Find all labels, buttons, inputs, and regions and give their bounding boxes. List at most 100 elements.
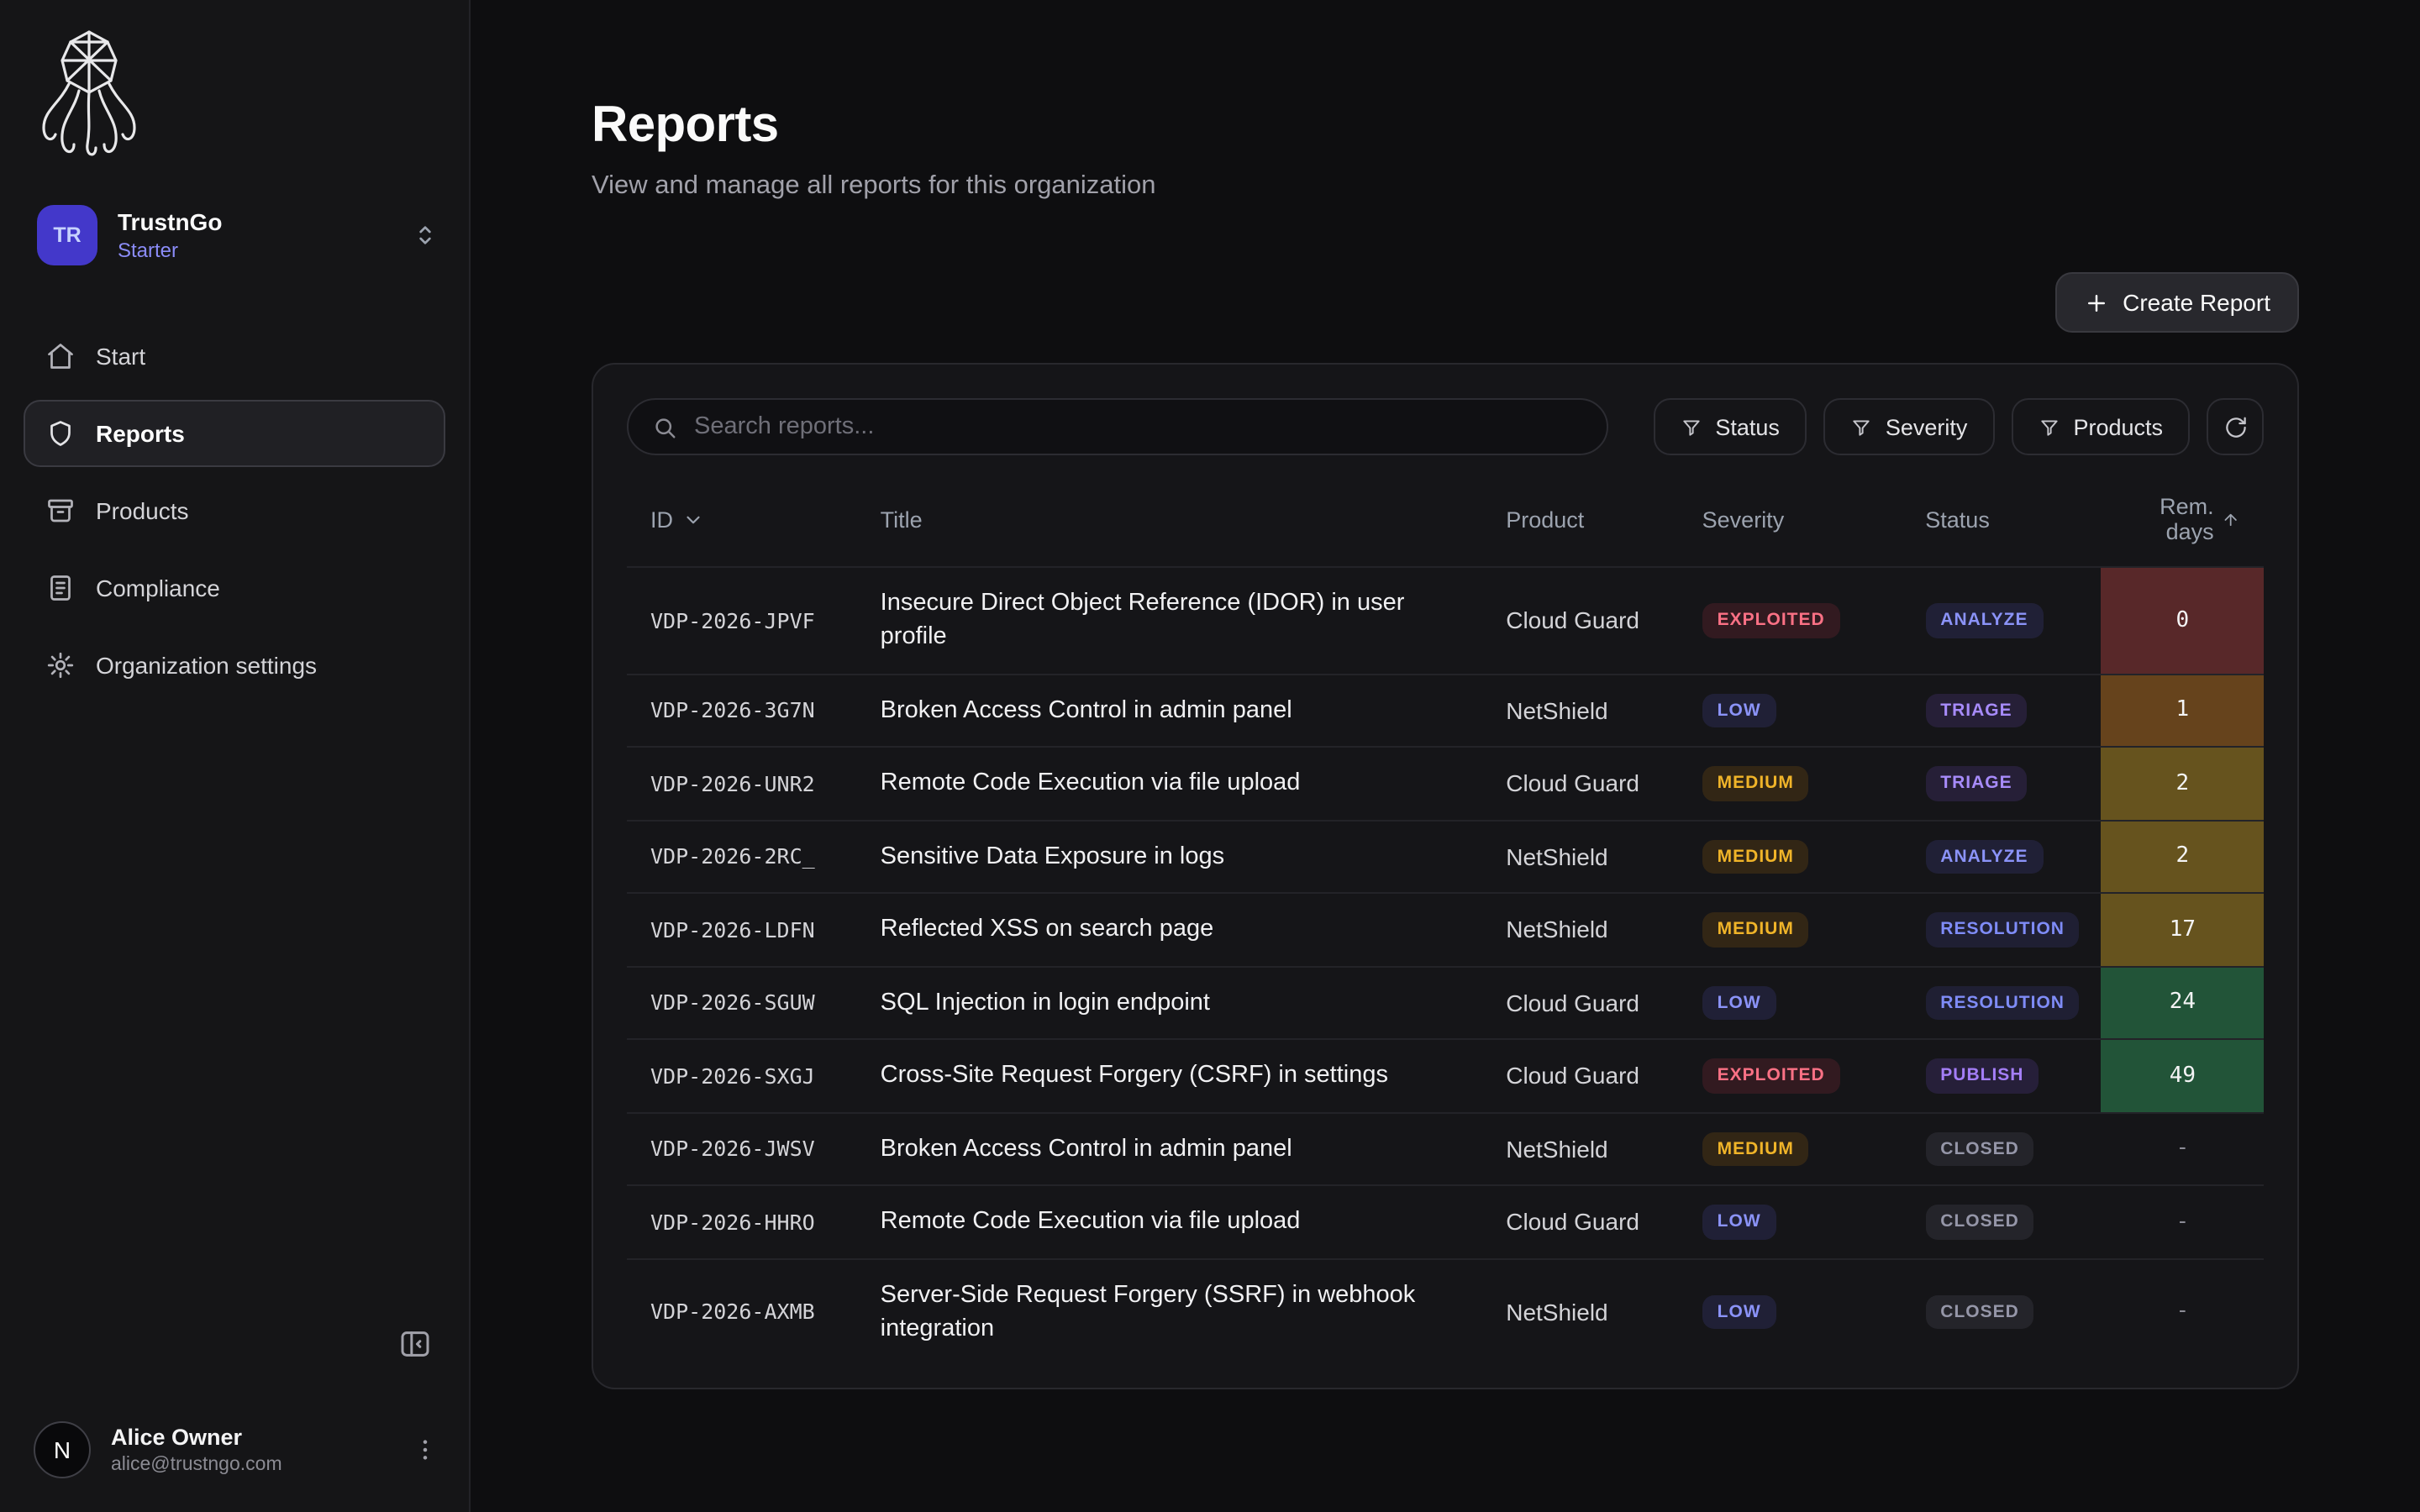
status-badge: RESOLUTION: [1925, 912, 2080, 947]
severity-badge: LOW: [1702, 693, 1776, 727]
report-id-cell: VDP-2026-JWSV: [627, 1112, 857, 1185]
sidebar-item-products[interactable]: Products: [24, 477, 445, 544]
search-field[interactable]: [627, 398, 1608, 455]
document-icon: [45, 573, 76, 603]
table-row[interactable]: VDP-2026-JWSVBroken Access Control in ad…: [627, 1112, 2264, 1185]
report-id-cell: VDP-2026-AXMB: [627, 1258, 857, 1364]
sidebar-item-start[interactable]: Start: [24, 323, 445, 390]
chevron-down-icon: [681, 508, 703, 530]
report-id-cell: VDP-2026-HHRO: [627, 1185, 857, 1258]
report-status-cell: TRIAGE: [1902, 674, 2101, 747]
report-title-cell: Sensitive Data Exposure in logs: [857, 820, 1483, 893]
status-badge: ANALYZE: [1925, 603, 2043, 638]
report-severity-cell: MEDIUM: [1679, 893, 1902, 966]
shield-icon: [45, 418, 76, 449]
home-icon: [45, 341, 76, 371]
report-severity-cell: EXPLOITED: [1679, 1039, 1902, 1112]
report-product-cell: NetShield: [1482, 893, 1678, 966]
sidebar-item-label: Start: [96, 343, 145, 370]
table-row[interactable]: VDP-2026-2RC_Sensitive Data Exposure in …: [627, 820, 2264, 893]
ellipsis-vertical-icon[interactable]: [412, 1436, 439, 1463]
status-badge: TRIAGE: [1925, 766, 2027, 801]
search-input[interactable]: [694, 413, 1583, 440]
report-id-cell: VDP-2026-SGUW: [627, 966, 857, 1039]
sidebar-nav: Start Reports Products Compliance Organi…: [24, 323, 445, 699]
column-header-product[interactable]: Product: [1482, 472, 1678, 567]
table-row[interactable]: VDP-2026-LDFNReflected XSS on search pag…: [627, 893, 2264, 966]
products-filter-button[interactable]: Products: [2011, 398, 2190, 455]
report-severity-cell: MEDIUM: [1679, 820, 1902, 893]
arrow-up-icon: [2223, 508, 2240, 530]
report-severity-cell: MEDIUM: [1679, 747, 1902, 820]
column-header-severity[interactable]: Severity: [1679, 472, 1902, 567]
column-header-title[interactable]: Title: [857, 472, 1483, 567]
table-row[interactable]: VDP-2026-SXGJCross-Site Request Forgery …: [627, 1039, 2264, 1112]
report-status-cell: ANALYZE: [1902, 567, 2101, 674]
refresh-icon: [2223, 414, 2248, 439]
plus-icon: [2084, 290, 2109, 315]
severity-badge: MEDIUM: [1702, 839, 1809, 874]
column-header-rem-days[interactable]: Rem. days: [2102, 472, 2264, 567]
sidebar-item-label: Organization settings: [96, 652, 317, 679]
severity-filter-button[interactable]: Severity: [1823, 398, 1995, 455]
sidebar-item-compliance[interactable]: Compliance: [24, 554, 445, 622]
user-email: alice@trustngo.com: [111, 1455, 282, 1475]
reports-toolbar: Status Severity Products: [627, 398, 2264, 455]
remaining-days-cell: -: [2102, 1258, 2264, 1364]
report-id-cell: VDP-2026-SXGJ: [627, 1039, 857, 1112]
severity-badge: MEDIUM: [1702, 912, 1809, 947]
refresh-button[interactable]: [2207, 398, 2264, 455]
remaining-days-cell: 0: [2102, 567, 2264, 674]
status-filter-button[interactable]: Status: [1653, 398, 1807, 455]
report-severity-cell: LOW: [1679, 1258, 1902, 1364]
severity-badge: LOW: [1702, 1205, 1776, 1239]
main-content: Reports View and manage all reports for …: [471, 0, 2420, 1512]
table-row[interactable]: VDP-2026-HHRORemote Code Execution via f…: [627, 1185, 2264, 1258]
report-product-cell: NetShield: [1482, 1258, 1678, 1364]
report-status-cell: CLOSED: [1902, 1185, 2101, 1258]
user-avatar: N: [34, 1421, 91, 1478]
workspace-switcher[interactable]: TR TrustnGo Starter: [30, 195, 445, 276]
create-report-label: Create Report: [2123, 289, 2270, 316]
remaining-days-cell: 1: [2102, 674, 2264, 747]
report-title-cell: Broken Access Control in admin panel: [857, 674, 1483, 747]
filter-group: Status Severity Products: [1653, 398, 2264, 455]
report-product-cell: NetShield: [1482, 820, 1678, 893]
gear-icon: [45, 650, 76, 680]
table-row[interactable]: VDP-2026-AXMBServer-Side Request Forgery…: [627, 1258, 2264, 1364]
status-badge: RESOLUTION: [1925, 985, 2080, 1020]
severity-badge: LOW: [1702, 1294, 1776, 1329]
filter-icon: [2038, 416, 2060, 438]
sidebar-item-organization-settings[interactable]: Organization settings: [24, 632, 445, 699]
table-row[interactable]: VDP-2026-UNR2Remote Code Execution via f…: [627, 747, 2264, 820]
column-header-id[interactable]: ID: [627, 472, 857, 567]
remaining-days-cell: -: [2102, 1112, 2264, 1185]
severity-badge: EXPLOITED: [1702, 1058, 1840, 1093]
sidebar-item-reports[interactable]: Reports: [24, 400, 445, 467]
user-account-row[interactable]: N Alice Owner alice@trustngo.com: [0, 1401, 469, 1512]
report-product-cell: Cloud Guard: [1482, 567, 1678, 674]
user-info: Alice Owner alice@trustngo.com: [111, 1425, 282, 1475]
report-product-cell: Cloud Guard: [1482, 1039, 1678, 1112]
create-report-button[interactable]: Create Report: [2055, 272, 2299, 333]
column-header-status[interactable]: Status: [1902, 472, 2101, 567]
chevrons-up-down-icon: [412, 222, 439, 249]
report-title-cell: Reflected XSS on search page: [857, 893, 1483, 966]
table-row[interactable]: VDP-2026-JPVFInsecure Direct Object Refe…: [627, 567, 2264, 674]
status-badge: CLOSED: [1925, 1131, 2034, 1166]
status-badge: CLOSED: [1925, 1205, 2034, 1239]
remaining-days-cell: 17: [2102, 893, 2264, 966]
report-product-cell: Cloud Guard: [1482, 1185, 1678, 1258]
sidebar-item-label: Products: [96, 497, 189, 524]
severity-badge: EXPLOITED: [1702, 603, 1840, 638]
workspace-name: TrustnGo: [118, 207, 222, 236]
remaining-days-cell: -: [2102, 1185, 2264, 1258]
report-severity-cell: EXPLOITED: [1679, 567, 1902, 674]
severity-badge: LOW: [1702, 985, 1776, 1020]
status-badge: TRIAGE: [1925, 693, 2027, 727]
remaining-days-cell: 2: [2102, 747, 2264, 820]
collapse-sidebar-icon[interactable]: [398, 1327, 432, 1361]
table-row[interactable]: VDP-2026-SGUWSQL Injection in login endp…: [627, 966, 2264, 1039]
report-severity-cell: LOW: [1679, 674, 1902, 747]
table-row[interactable]: VDP-2026-3G7NBroken Access Control in ad…: [627, 674, 2264, 747]
